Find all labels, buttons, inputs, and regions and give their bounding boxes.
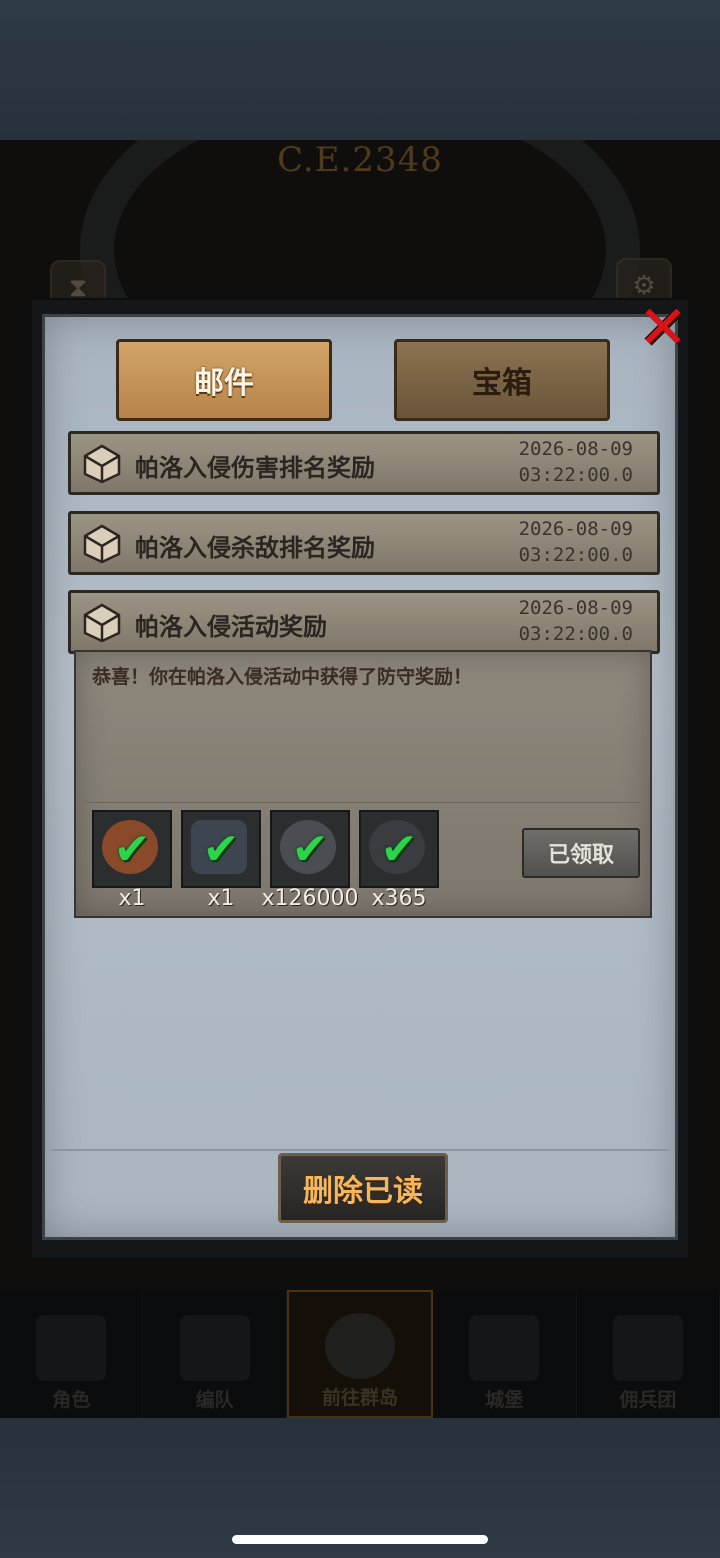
mail-date: 2026-08-09 bbox=[518, 597, 633, 619]
mail-divider bbox=[86, 802, 640, 803]
check-icon: ✔ bbox=[202, 823, 240, 875]
tab-chest[interactable]: 宝箱 bbox=[394, 339, 610, 421]
mail-date: 2026-08-09 bbox=[518, 438, 633, 460]
reward-quantity: x365 bbox=[371, 886, 427, 911]
reward-item[interactable]: ✔ bbox=[359, 810, 439, 888]
reward-quantity: x1 bbox=[207, 886, 235, 911]
tab-mail[interactable]: 邮件 bbox=[116, 339, 332, 421]
mail-item-expanded[interactable]: 帕洛入侵活动奖励 2026-08-09 03:22:00.0 bbox=[68, 590, 660, 654]
mail-timestamp: 2026-08-09 03:22:00.0 bbox=[519, 436, 633, 488]
check-icon: ✔ bbox=[113, 823, 151, 875]
chest-icon bbox=[79, 597, 125, 643]
chest-icon bbox=[79, 518, 125, 564]
mail-title: 帕洛入侵杀敌排名奖励 bbox=[135, 534, 375, 562]
mail-time: 03:22:00.0 bbox=[518, 544, 633, 566]
mail-body: 恭喜！你在帕洛入侵活动中获得了防守奖励！ ✔ x1 ✔ x1 ✔ x126000… bbox=[74, 650, 652, 918]
check-icon: ✔ bbox=[291, 823, 329, 875]
reward-quantity: x1 bbox=[118, 886, 146, 911]
reward-item[interactable]: ✔ bbox=[181, 810, 261, 888]
close-icon[interactable]: ✕ bbox=[634, 298, 692, 358]
mail-title: 帕洛入侵伤害排名奖励 bbox=[135, 454, 375, 482]
delete-read-button[interactable]: 删除已读 bbox=[278, 1153, 448, 1223]
mail-date: 2026-08-09 bbox=[518, 518, 633, 540]
mail-time: 03:22:00.0 bbox=[518, 623, 633, 645]
mail-message: 恭喜！你在帕洛入侵活动中获得了防守奖励！ bbox=[92, 666, 473, 688]
chest-icon bbox=[79, 438, 125, 484]
reward-item[interactable]: ✔ bbox=[270, 810, 350, 888]
mail-timestamp: 2026-08-09 03:22:00.0 bbox=[519, 516, 633, 568]
claimed-button[interactable]: 已领取 bbox=[522, 828, 640, 878]
mail-item[interactable]: 帕洛入侵杀敌排名奖励 2026-08-09 03:22:00.0 bbox=[68, 511, 660, 575]
reward-quantity: x126000 bbox=[261, 886, 359, 911]
home-indicator[interactable] bbox=[232, 1535, 488, 1544]
reward-item[interactable]: ✔ bbox=[92, 810, 172, 888]
check-icon: ✔ bbox=[380, 823, 418, 875]
mail-time: 03:22:00.0 bbox=[518, 464, 633, 486]
mail-title: 帕洛入侵活动奖励 bbox=[135, 613, 327, 641]
mail-item[interactable]: 帕洛入侵伤害排名奖励 2026-08-09 03:22:00.0 bbox=[68, 431, 660, 495]
status-bar-area bbox=[0, 0, 720, 140]
mail-timestamp: 2026-08-09 03:22:00.0 bbox=[519, 595, 633, 647]
